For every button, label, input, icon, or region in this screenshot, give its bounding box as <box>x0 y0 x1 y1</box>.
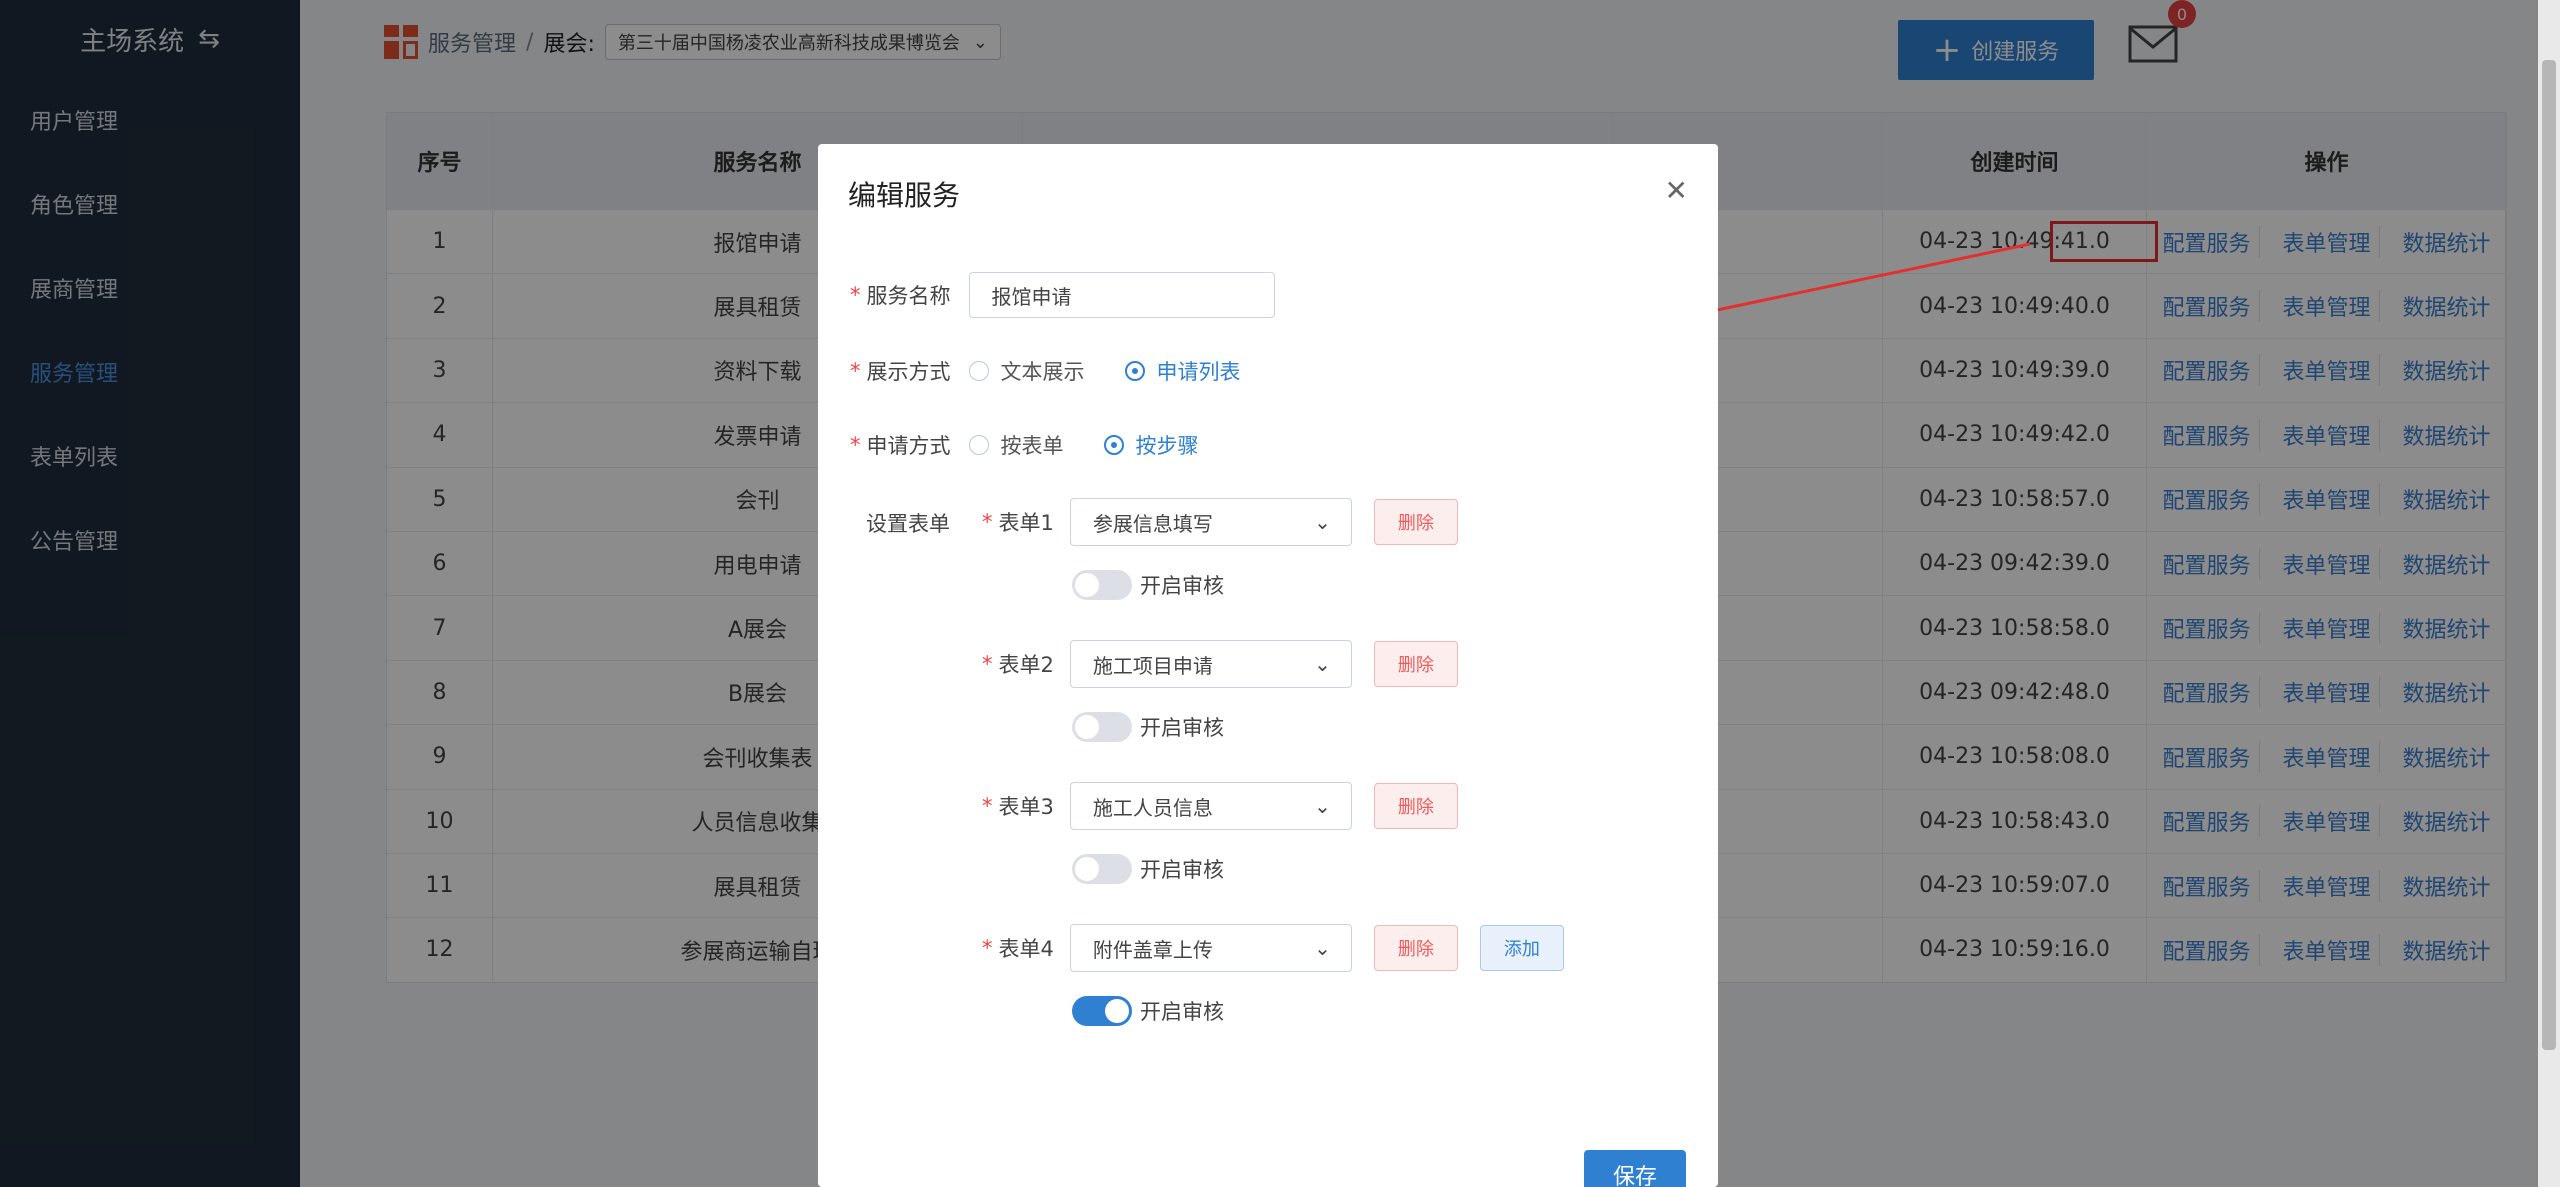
form-select-4[interactable]: 附件盖章上传 ⌄ <box>1069 924 1352 972</box>
form-row-2: * 表单2 施工项目申请 ⌄ 删除 <box>982 640 1458 688</box>
radio-text-display[interactable]: 文本展示 <box>968 356 1085 386</box>
review-row-2: 开启审核 <box>1072 712 1224 742</box>
review-switch-2[interactable] <box>1072 712 1132 742</box>
service-name-input[interactable]: 报馆申请 <box>968 272 1275 318</box>
radio-dot <box>968 361 989 381</box>
apply-mode-row: * 申请方式 按表单 按步骤 <box>850 430 1239 460</box>
form-row-1: * 表单1 参展信息填写 ⌄ 删除 <box>982 498 1458 546</box>
form-label-2: 表单2 <box>998 653 1054 677</box>
service-name-row: * 服务名称 报馆申请 <box>850 272 1275 318</box>
radio-by-form[interactable]: 按表单 <box>968 430 1064 460</box>
radio-dot-selected <box>1103 435 1124 455</box>
form-row-3: * 表单3 施工人员信息 ⌄ 删除 <box>982 782 1458 830</box>
edit-service-dialog: 编辑服务 ✕ * 服务名称 报馆申请 * 展示方式 文本展示 申请列表 * 申请… <box>818 144 1718 1187</box>
scrollbar[interactable] <box>2538 0 2560 1187</box>
review-row-4: 开启审核 <box>1072 996 1224 1026</box>
chevron-down-icon: ⌄ <box>1314 794 1331 818</box>
display-mode-label: 展示方式 <box>866 360 951 384</box>
service-name-label: 服务名称 <box>866 284 951 308</box>
review-switch-4[interactable] <box>1072 996 1132 1026</box>
chevron-down-icon: ⌄ <box>1314 652 1331 676</box>
chevron-down-icon: ⌄ <box>1314 510 1331 534</box>
form-select-2[interactable]: 施工项目申请 ⌄ <box>1069 640 1352 688</box>
delete-button-1[interactable]: 删除 <box>1373 499 1458 545</box>
delete-button-3[interactable]: 删除 <box>1373 783 1458 829</box>
dialog-title: 编辑服务 <box>848 179 961 212</box>
form-row-4: * 表单4 附件盖章上传 ⌄ 删除 添加 <box>982 924 1564 972</box>
radio-apply-list[interactable]: 申请列表 <box>1124 356 1241 386</box>
form-select-3[interactable]: 施工人员信息 ⌄ <box>1069 782 1352 830</box>
review-row-3: 开启审核 <box>1072 854 1224 884</box>
form-setup-label: 设置表单 <box>866 512 950 536</box>
scrollbar-thumb[interactable] <box>2542 60 2556 1050</box>
radio-by-step[interactable]: 按步骤 <box>1103 430 1199 460</box>
form-select-1[interactable]: 参展信息填写 ⌄ <box>1069 498 1352 546</box>
review-switch-1[interactable] <box>1072 570 1132 600</box>
radio-dot-selected <box>1124 361 1145 381</box>
form-label-3: 表单3 <box>998 795 1054 819</box>
close-icon[interactable]: ✕ <box>1665 174 1688 207</box>
delete-button-2[interactable]: 删除 <box>1373 641 1458 687</box>
review-row-1: 开启审核 <box>1072 570 1224 600</box>
form-setup-label-row: 设置表单 <box>866 508 950 538</box>
delete-button-4[interactable]: 删除 <box>1373 925 1458 971</box>
review-switch-3[interactable] <box>1072 854 1132 884</box>
save-button[interactable]: 保存 <box>1584 1150 1686 1187</box>
add-form-button[interactable]: 添加 <box>1479 925 1564 971</box>
radio-dot <box>968 435 989 455</box>
chevron-down-icon: ⌄ <box>1314 936 1331 960</box>
display-mode-row: * 展示方式 文本展示 申请列表 <box>850 356 1281 386</box>
apply-mode-label: 申请方式 <box>866 434 951 458</box>
form-label-1: 表单1 <box>998 511 1054 535</box>
form-label-4: 表单4 <box>998 937 1054 961</box>
